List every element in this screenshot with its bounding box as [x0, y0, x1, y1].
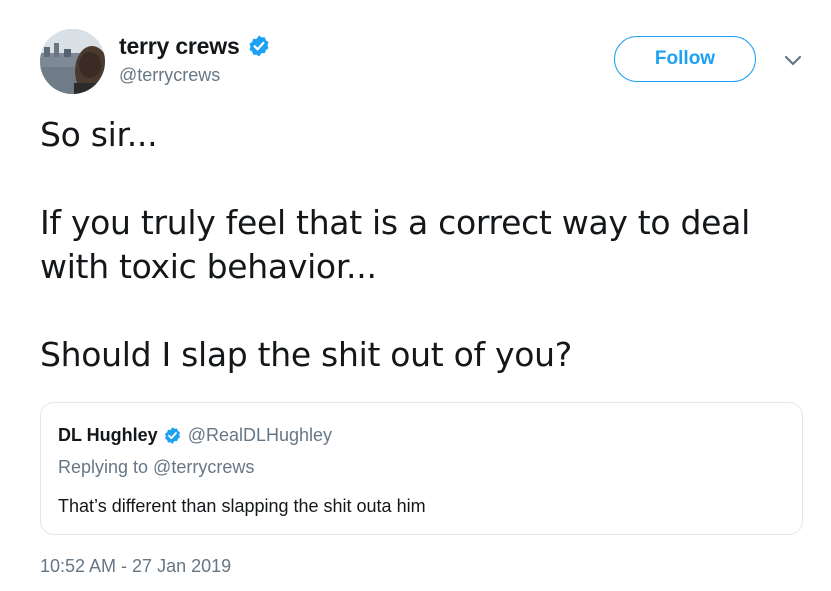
author-avatar[interactable] — [40, 29, 105, 94]
tweet-paragraph: If you truly feel that is a correct way … — [40, 203, 750, 286]
chevron-down-icon[interactable] — [783, 54, 803, 68]
replying-to-label: Replying to @terrycrews — [58, 457, 255, 477]
follow-button[interactable]: Follow — [614, 36, 756, 82]
author-name[interactable]: terry crews — [119, 33, 240, 60]
verified-badge-icon — [164, 426, 180, 444]
tweet-text: So sir... If you truly feel that is a co… — [40, 113, 810, 377]
author-handle[interactable]: @terrycrews — [119, 65, 271, 86]
quoted-tweet-header: DL Hughley @RealDLHughley — [58, 422, 332, 448]
quoted-tweet[interactable]: DL Hughley @RealDLHughley Replying to @t… — [40, 402, 803, 535]
avatar-photo-icon — [40, 29, 105, 94]
tweet-card: terry crews @terrycrews Follow So sir...… — [0, 0, 831, 591]
author-info: terry crews @terrycrews — [119, 31, 271, 86]
quoted-author-handle: @RealDLHughley — [187, 424, 333, 445]
verified-badge-icon — [249, 35, 269, 57]
quoted-author-name: DL Hughley — [58, 424, 158, 445]
tweet-timestamp[interactable]: 10:52 AM - 27 Jan 2019 — [40, 556, 231, 577]
tweet-paragraph: So sir... — [40, 115, 158, 154]
tweet-paragraph: Should I slap the shit out of you? — [40, 335, 572, 374]
author-name-row: terry crews — [119, 31, 271, 61]
quoted-tweet-text: That’s different than slapping the shit … — [58, 496, 426, 516]
